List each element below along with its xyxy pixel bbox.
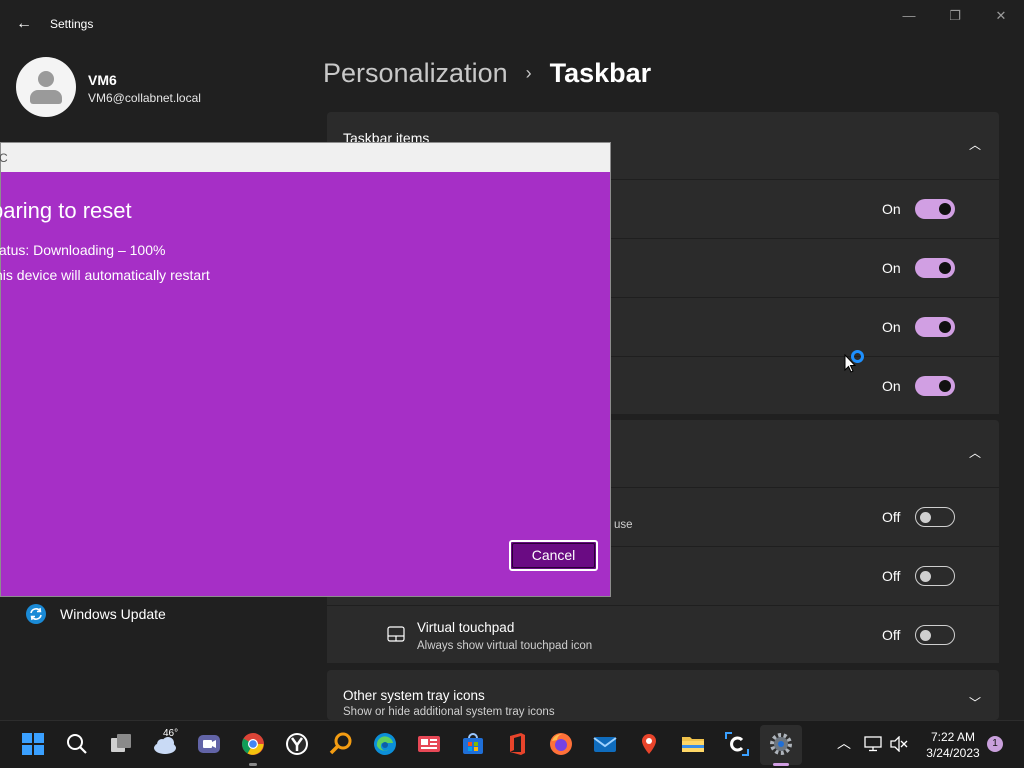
row-subtitle: Show or hide additional system tray icon… [343, 706, 555, 718]
maps-button[interactable] [636, 731, 662, 757]
chevron-down-icon[interactable]: ﹀ [969, 694, 981, 711]
store-icon [463, 733, 483, 754]
setting-row-virtual-touchpad: Virtual touchpad Always show virtual tou… [327, 605, 999, 663]
start-button[interactable] [20, 731, 46, 757]
firefox-icon [550, 733, 572, 755]
breadcrumb: Personalization › Taskbar [323, 58, 651, 89]
maximize-button[interactable]: ❐ [935, 6, 975, 26]
active-indicator [773, 763, 789, 766]
dialog-status: tatus: Downloading – 100% [0, 242, 166, 258]
dialog-title: C [0, 151, 8, 165]
mail-icon [593, 737, 617, 752]
toggle-switch[interactable] [915, 625, 955, 645]
volume-muted-icon[interactable] [890, 736, 908, 752]
notification-badge[interactable]: 1 [987, 736, 1003, 752]
avatar[interactable] [16, 57, 76, 117]
dialog-restart-note: his device will automatically restart [0, 267, 210, 283]
settings-button[interactable] [768, 731, 794, 757]
title-bar: ← Settings — ❐ ✕ [0, 0, 1024, 48]
file-explorer-button[interactable] [680, 731, 706, 757]
cmd-c-app-button[interactable] [724, 731, 750, 757]
reset-dialog: C paring to reset tatus: Downloading – 1… [0, 142, 611, 597]
windows-update-icon [26, 604, 46, 624]
clock-time: 7:22 AM [930, 730, 976, 744]
breadcrumb-separator: › [525, 63, 532, 83]
toggle-state-label: Off [882, 568, 901, 584]
row-subtitle: Always show virtual touchpad icon [417, 640, 593, 652]
clock[interactable]: 7:22 AM 3/24/2023 [918, 729, 988, 761]
close-button[interactable]: ✕ [981, 6, 1021, 26]
mail-button[interactable] [592, 731, 618, 757]
windows-logo-icon [22, 733, 44, 755]
breadcrumb-parent[interactable]: Personalization [323, 58, 508, 89]
office-icon [510, 733, 525, 755]
c-app-icon [725, 732, 749, 756]
search-button[interactable] [64, 731, 90, 757]
toggle-switch[interactable] [915, 566, 955, 586]
row-subtitle-peek: use [614, 519, 633, 531]
chevron-up-icon[interactable]: ︿ [969, 136, 981, 153]
clock-date: 3/24/2023 [926, 746, 980, 760]
map-pin-icon [642, 734, 656, 754]
row-title: Virtual touchpad [417, 620, 515, 635]
magnifier-icon [329, 732, 352, 755]
running-indicator [249, 763, 257, 766]
edge-button[interactable] [372, 731, 398, 757]
toggle-switch[interactable] [915, 376, 955, 396]
toggle-switch[interactable] [915, 507, 955, 527]
network-icon[interactable] [864, 736, 882, 752]
toggle-state-label: On [882, 378, 901, 394]
meet-button[interactable] [196, 731, 222, 757]
clock-icon [286, 733, 308, 755]
toggle-state-label: On [882, 260, 901, 276]
app-title: Settings [50, 17, 94, 31]
touchpad-icon [387, 626, 405, 642]
news-button[interactable] [416, 731, 442, 757]
video-call-icon [198, 735, 220, 753]
sidebar-item-windows-update[interactable]: Windows Update [20, 600, 300, 628]
chrome-button[interactable] [240, 731, 266, 757]
news-icon [418, 736, 440, 752]
edge-icon [374, 733, 396, 755]
chevron-up-icon[interactable]: ︿ [836, 735, 852, 751]
back-button[interactable]: ← [14, 14, 34, 34]
folder-icon [682, 737, 704, 752]
chrome-icon [242, 733, 264, 755]
clock-app-button[interactable] [284, 731, 310, 757]
toggle-switch[interactable] [915, 199, 955, 219]
toggle-switch[interactable] [915, 258, 955, 278]
user-email: VM6@collabnet.local [88, 91, 201, 105]
minimize-button[interactable]: — [889, 6, 929, 26]
toggle-state-label: Off [882, 627, 901, 643]
taskbar: 46° ︿ 7:22 AM 3/24/2023 1 [0, 720, 1024, 768]
toggle-state-label: On [882, 319, 901, 335]
user-name: VM6 [88, 72, 117, 88]
search-icon [67, 734, 87, 754]
dialog-heading: paring to reset [0, 198, 132, 223]
firefox-button[interactable] [548, 731, 574, 757]
other-tray-icons-card[interactable]: Other system tray icons Show or hide add… [327, 670, 999, 720]
task-view-button[interactable] [108, 731, 134, 757]
toggle-state-label: On [882, 201, 901, 217]
row-title: Other system tray icons [343, 688, 485, 703]
cancel-button[interactable]: Cancel [509, 540, 598, 571]
gear-icon [770, 733, 792, 755]
chevron-up-icon[interactable]: ︿ [969, 444, 981, 461]
dialog-title-bar: C [0, 143, 610, 172]
toggle-state-label: Off [882, 509, 901, 525]
toggle-switch[interactable] [915, 317, 955, 337]
page-title: Taskbar [549, 58, 652, 88]
task-view-icon [111, 734, 131, 752]
search-app-button[interactable] [328, 731, 354, 757]
weather-temperature: 46° [163, 728, 179, 739]
mouse-pointer-icon [844, 354, 856, 373]
store-button[interactable] [460, 731, 486, 757]
sidebar-item-label: Windows Update [60, 606, 166, 622]
office-button[interactable] [504, 731, 530, 757]
